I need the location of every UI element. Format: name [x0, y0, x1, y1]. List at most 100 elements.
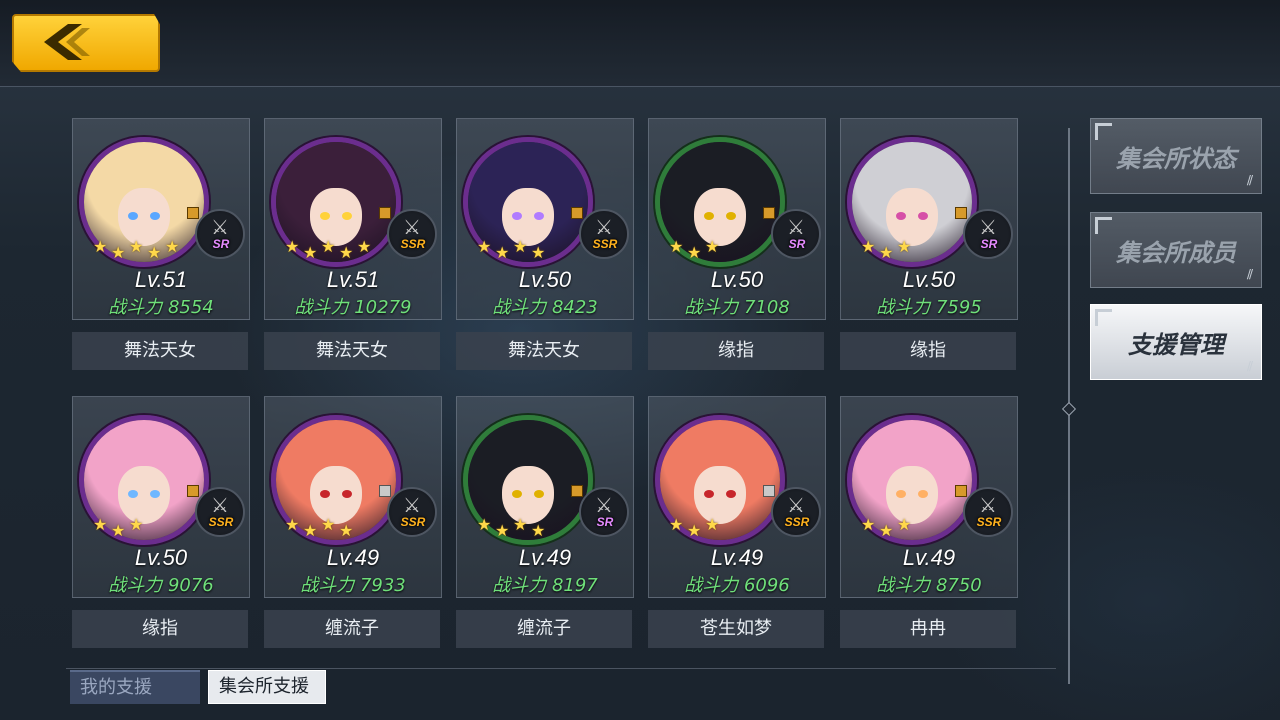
power-value: 8423 — [551, 297, 598, 318]
star-icon: ★ — [861, 515, 876, 534]
star-icon: ★ — [879, 243, 894, 262]
tab-hall-support[interactable]: 集会所支援 — [208, 670, 326, 704]
member-card[interactable]: ★ ★ ★ ★ ⚔ SR Lv.49 战斗力 8197 — [456, 396, 634, 598]
power-value: 10279 — [354, 297, 412, 318]
star-icon: ★ — [705, 515, 720, 534]
star-icon: ★ — [897, 515, 912, 534]
side-menu-item-support-management[interactable]: 支援管理 // — [1090, 304, 1262, 380]
star-rating: ★ ★ ★ ★ ★ — [285, 237, 385, 261]
star-icon: ★ — [147, 243, 162, 262]
member-level: Lv.50 — [518, 267, 572, 292]
weapon-badge: ⚔ SR — [579, 487, 629, 537]
member-card[interactable]: ★ ★ ★ ⚔ SR Lv.50 战斗力 7108 — [648, 118, 826, 320]
power-value: 6096 — [743, 575, 790, 596]
power-label: 战斗力 — [108, 575, 163, 596]
weapon-rarity: SR — [596, 515, 614, 529]
eye-left — [896, 212, 906, 220]
star-icon: ★ — [861, 237, 876, 256]
member-card[interactable]: ★ ★ ★ ★ ★ ⚔ SSR Lv.51 战斗力 10279 — [264, 118, 442, 320]
member-name: 冉冉 — [840, 610, 1016, 648]
support-member-grid: ★ ★ ★ ★ ★ ⚔ SR Lv.51 战斗力 8554 ★ ★ ★ ★ ★ ⚔ SSR Lv.51 战斗力 … — [66, 112, 1026, 672]
star-rating: ★ ★ ★ ★ — [477, 237, 577, 261]
eye-left — [320, 490, 330, 498]
member-power: 战斗力 7108 — [649, 293, 825, 319]
member-card[interactable]: ★ ★ ★ ★ ⚔ SSR Lv.50 战斗力 8423 — [456, 118, 634, 320]
member-power: 战斗力 8554 — [73, 293, 249, 319]
eye-right — [150, 490, 160, 498]
member-card[interactable]: ★ ★ ★ ⚔ SSR Lv.50 战斗力 9076 — [72, 396, 250, 598]
corner-ornament — [1095, 217, 1112, 234]
star-icon: ★ — [321, 237, 336, 256]
power-label: 战斗力 — [684, 297, 739, 318]
back-button[interactable] — [12, 14, 160, 72]
corner-ornament — [1095, 309, 1112, 326]
member-power: 战斗力 9076 — [73, 571, 249, 597]
face-shape — [310, 466, 362, 524]
star-icon: ★ — [477, 237, 492, 256]
star-icon: ★ — [303, 243, 318, 262]
power-label: 战斗力 — [492, 297, 547, 318]
member-name: 舞法天女 — [72, 332, 248, 370]
star-rating: ★ ★ ★ — [861, 515, 961, 539]
star-icon: ★ — [93, 515, 108, 534]
weapon-badge: ⚔ SSR — [771, 487, 821, 537]
star-rating: ★ ★ ★ — [93, 515, 193, 539]
eye-right — [342, 490, 352, 498]
face-shape — [118, 188, 170, 246]
star-icon: ★ — [321, 515, 336, 534]
member-card[interactable]: ★ ★ ★ ⚔ SSR Lv.49 战斗力 8750 — [840, 396, 1018, 598]
weapon-icon: ⚔ — [595, 493, 613, 517]
star-icon: ★ — [687, 243, 702, 262]
member-level: Lv.50 — [902, 267, 956, 292]
power-value: 9076 — [167, 575, 214, 596]
member-power: 战斗力 8197 — [457, 571, 633, 597]
member-level: Lv.49 — [902, 545, 956, 570]
power-value: 7108 — [743, 297, 790, 318]
weapon-badge: ⚔ SR — [963, 209, 1013, 259]
weapon-badge: ⚔ SSR — [387, 487, 437, 537]
power-label: 战斗力 — [108, 297, 163, 318]
eye-left — [128, 212, 138, 220]
power-value: 7595 — [935, 297, 982, 318]
weapon-rarity: SSR — [400, 515, 426, 529]
weapon-badge: ⚔ SR — [195, 209, 245, 259]
star-icon: ★ — [129, 237, 144, 256]
member-name: 舞法天女 — [264, 332, 440, 370]
weapon-icon: ⚔ — [979, 493, 997, 517]
weapon-rarity: SR — [980, 237, 998, 251]
star-icon: ★ — [285, 237, 300, 256]
star-rating: ★ ★ ★ ★ ★ — [93, 237, 193, 261]
tab-my-support[interactable]: 我的支援 — [70, 670, 200, 704]
weapon-icon: ⚔ — [787, 215, 805, 239]
weapon-badge: ⚔ SR — [771, 209, 821, 259]
member-card[interactable]: ★ ★ ★ ⚔ SSR Lv.49 战斗力 6096 — [648, 396, 826, 598]
eye-left — [512, 490, 522, 498]
star-icon: ★ — [357, 237, 372, 256]
member-level: Lv.50 — [710, 267, 764, 292]
stripes-ornament: // — [1246, 359, 1253, 373]
weapon-icon: ⚔ — [211, 493, 229, 517]
eye-right — [534, 490, 544, 498]
weapon-rarity: SSR — [592, 237, 618, 251]
side-menu-item-hall-members[interactable]: 集会所成员 // — [1090, 212, 1262, 288]
chevron-left-icon — [44, 24, 90, 60]
power-value: 8197 — [551, 575, 598, 596]
power-label: 战斗力 — [492, 575, 547, 596]
star-icon: ★ — [513, 237, 528, 256]
star-icon: ★ — [687, 521, 702, 540]
power-label: 战斗力 — [294, 297, 349, 318]
star-icon: ★ — [495, 243, 510, 262]
member-level: Lv.51 — [326, 267, 380, 292]
member-name: 舞法天女 — [456, 332, 632, 370]
member-card[interactable]: ★ ★ ★ ★ ★ ⚔ SR Lv.51 战斗力 8554 — [72, 118, 250, 320]
member-card[interactable]: ★ ★ ★ ⚔ SR Lv.50 战斗力 7595 — [840, 118, 1018, 320]
member-level: Lv.50 — [134, 545, 188, 570]
member-name: 缘指 — [648, 332, 824, 370]
member-power: 战斗力 6096 — [649, 571, 825, 597]
side-menu-item-hall-status[interactable]: 集会所状态 // — [1090, 118, 1262, 194]
star-icon: ★ — [513, 515, 528, 534]
member-level: Lv.49 — [518, 545, 572, 570]
eye-left — [512, 212, 522, 220]
member-card[interactable]: ★ ★ ★ ★ ⚔ SSR Lv.49 战斗力 7933 — [264, 396, 442, 598]
star-icon: ★ — [165, 237, 180, 256]
